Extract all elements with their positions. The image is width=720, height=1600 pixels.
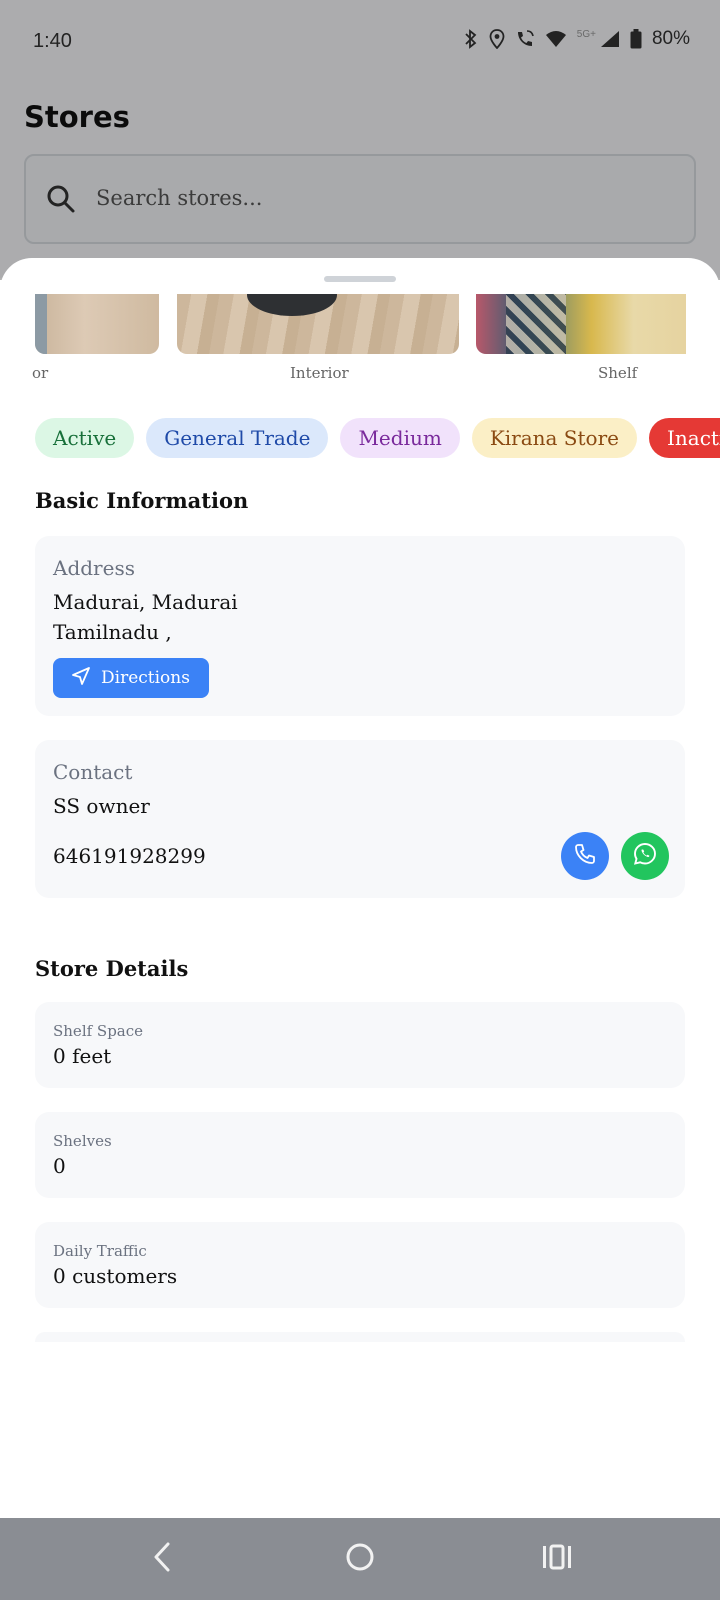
store-photo-interior[interactable] [177, 294, 459, 354]
detail-label-shelf-space: Shelf Space [53, 1022, 144, 1040]
detail-card: Daily Traffic 0 customers [35, 1222, 685, 1308]
store-tags: Active General Trade Medium Kirana Store… [35, 418, 720, 458]
store-detail-sheet: or Interior Shelf Active General Trade M… [0, 258, 720, 1518]
detail-label-shelves: Shelves [53, 1132, 112, 1150]
photo-label-interior: Interior [290, 364, 349, 382]
store-photo-shelf[interactable] [476, 294, 686, 354]
tag-size: Medium [340, 418, 460, 458]
tag-status: Active [35, 418, 135, 458]
contact-label: Contact [53, 760, 133, 784]
address-card: Address Madurai, Madurai Tamilnadu , Dir… [35, 536, 685, 716]
directions-label: Directions [101, 668, 190, 688]
store-photo-exterior[interactable] [35, 294, 159, 354]
detail-value-daily-traffic: 0 customers [53, 1264, 178, 1288]
whatsapp-button[interactable] [621, 832, 669, 880]
address-label: Address [53, 556, 135, 580]
contact-name: SS owner [53, 794, 150, 818]
contact-phone: 646191928299 [53, 844, 206, 868]
drag-handle[interactable] [324, 276, 396, 282]
tag-inactive[interactable]: Inactiva [648, 418, 720, 458]
address-line-1: Madurai, Madurai [53, 590, 238, 614]
whatsapp-icon [632, 841, 658, 871]
store-details-title: Store Details [35, 956, 189, 981]
tag-channel: General Trade [146, 418, 329, 458]
call-button[interactable] [561, 832, 609, 880]
detail-card: Shelf Space 0 feet [35, 1002, 685, 1088]
address-line-2: Tamilnadu , [53, 620, 172, 644]
detail-value-shelf-space: 0 feet [53, 1044, 112, 1068]
detail-card: Shelves 0 [35, 1112, 685, 1198]
system-nav-bar [0, 1518, 720, 1600]
detail-label-daily-traffic: Daily Traffic [53, 1242, 147, 1260]
contact-card: Contact SS owner 646191928299 [35, 740, 685, 898]
photo-label-exterior: or [32, 364, 49, 382]
navigation-icon [71, 666, 91, 691]
back-icon[interactable] [150, 1540, 174, 1578]
photo-label-shelf: Shelf [598, 364, 638, 382]
photo-gallery[interactable] [0, 294, 720, 354]
basic-info-title: Basic Information [35, 488, 249, 513]
detail-value-shelves: 0 [53, 1154, 66, 1178]
directions-button[interactable]: Directions [53, 658, 209, 698]
phone-icon [573, 842, 597, 870]
detail-card-partial [35, 1332, 685, 1342]
recents-icon[interactable] [540, 1540, 574, 1578]
modal-scrim[interactable] [0, 0, 720, 280]
home-icon[interactable] [344, 1540, 376, 1578]
tag-store-type: Kirana Store [471, 418, 637, 458]
